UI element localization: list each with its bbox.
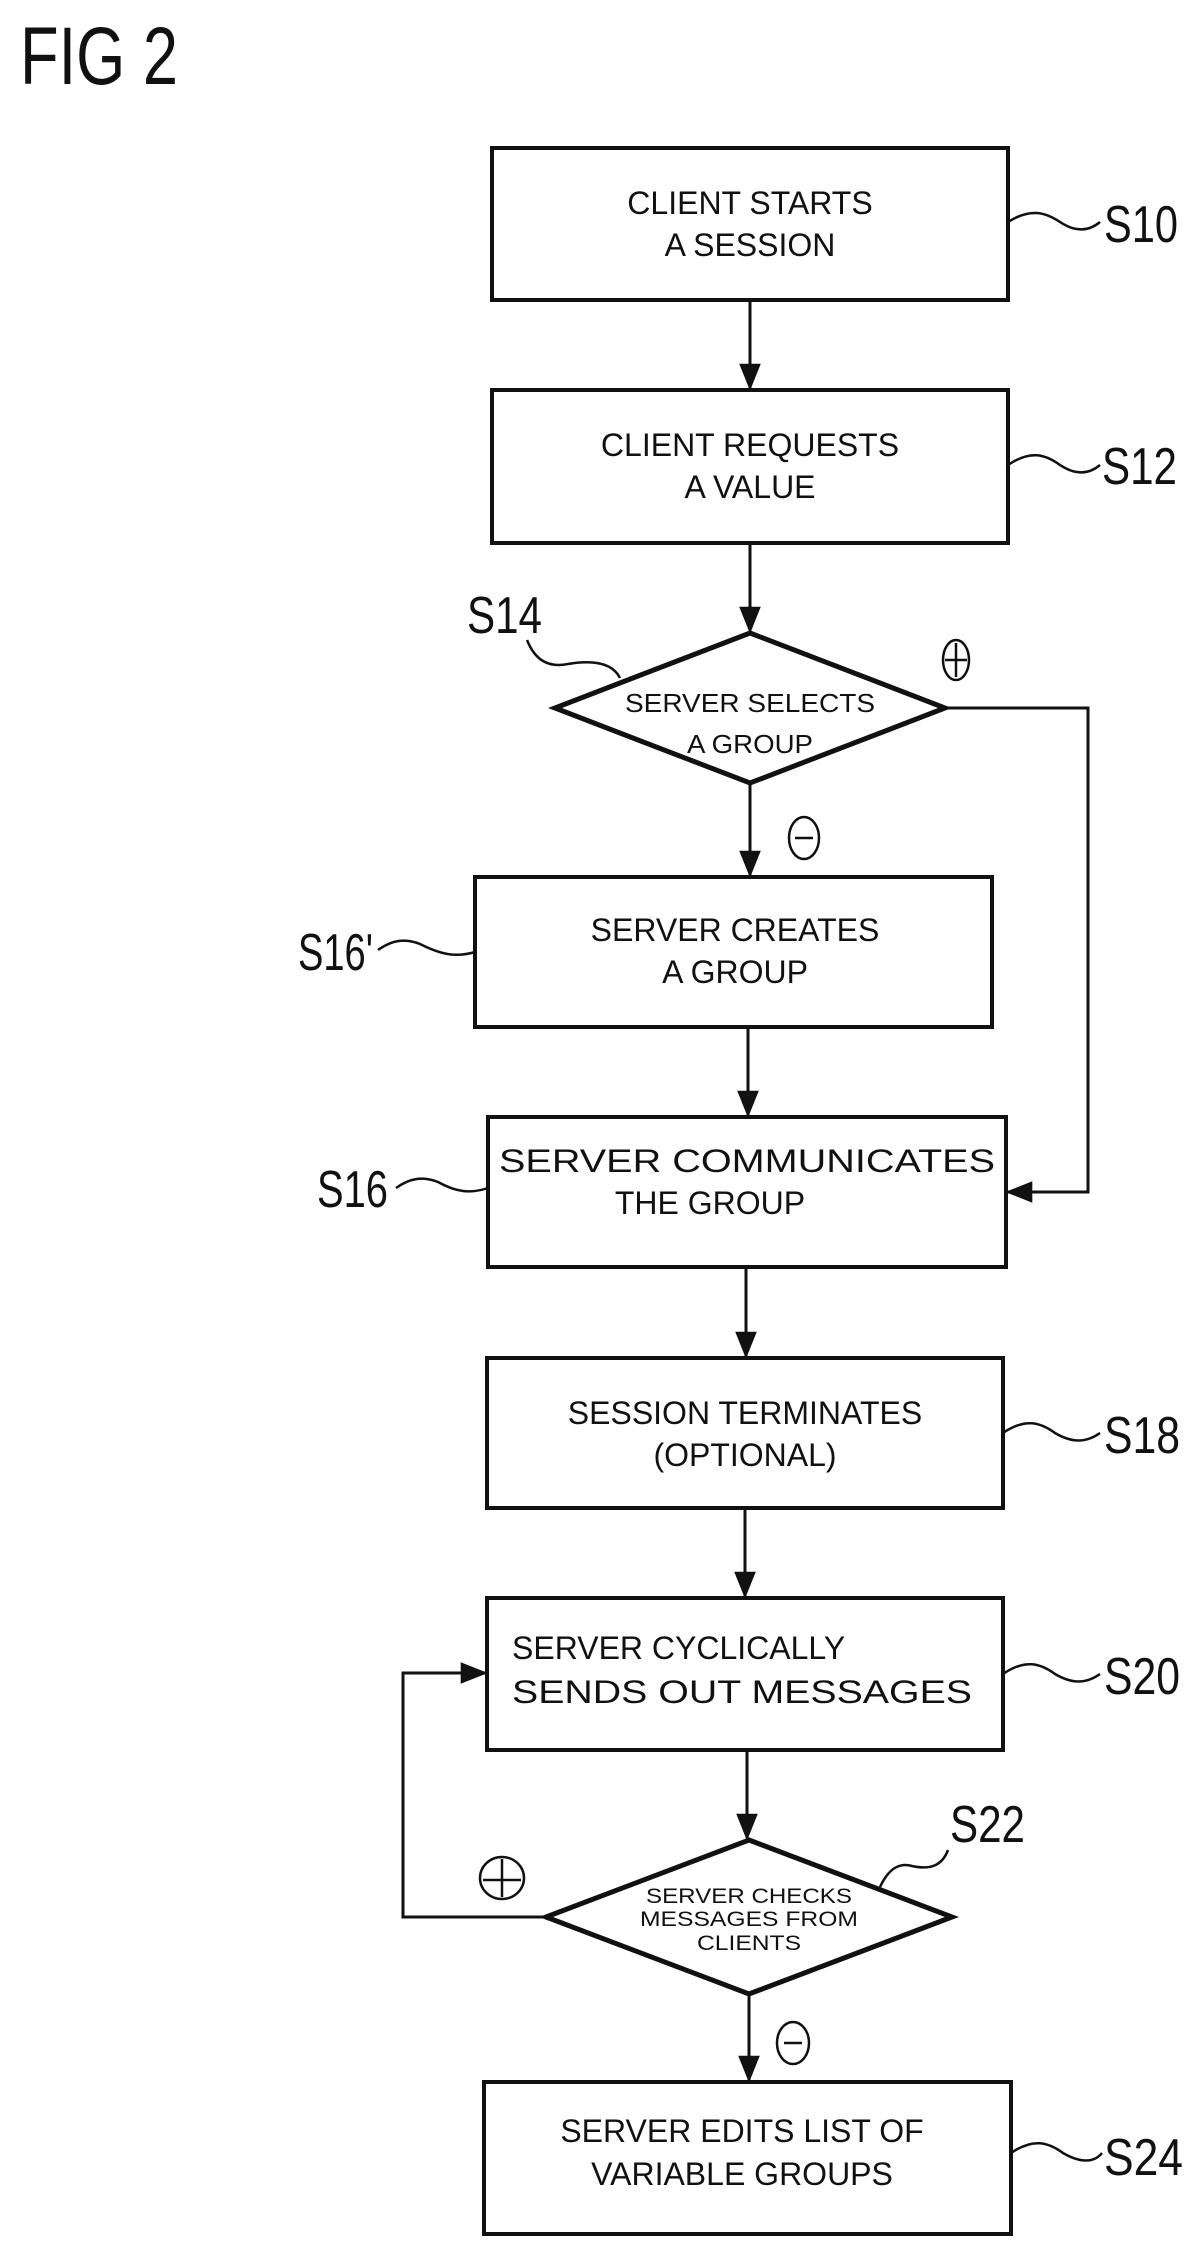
- ref-label-s12: S12: [1102, 438, 1177, 496]
- flowchart: FIG 2 CLIENT STARTS A SESSION S10 CLIENT…: [20, 11, 1183, 2236]
- ref-label-s20: S20: [1104, 1648, 1180, 1706]
- leader-s12: [1007, 454, 1101, 474]
- leader-s14: [525, 639, 622, 679]
- step-s12: CLIENT REQUESTS A VALUE S12: [490, 388, 1177, 545]
- minus-sign-icon: [787, 815, 821, 861]
- step-s16: SERVER COMMUNICATES THE GROUP S16: [317, 1115, 1008, 1269]
- step-s16p-line-2: A GROUP: [662, 954, 808, 990]
- step-s22-line-1: SERVER CHECKS: [646, 1885, 852, 1908]
- step-s10: CLIENT STARTS A SESSION S10: [490, 146, 1178, 302]
- step-s16-line-2: THE GROUP: [615, 1185, 805, 1221]
- plus-sign-icon: [478, 1855, 526, 1901]
- leader-s18: [1002, 1422, 1101, 1442]
- step-s20-line-2: SENDS OUT MESSAGES: [512, 1674, 972, 1710]
- ref-label-s14: S14: [467, 587, 542, 645]
- process-box-s12: [490, 388, 1010, 545]
- step-s14-line-2: A GROUP: [687, 729, 813, 759]
- step-s24-line-2: VARIABLE GROUPS: [591, 2156, 893, 2192]
- step-s18-line-1: SESSION TERMINATES: [568, 1395, 922, 1431]
- step-s24-line-1: SERVER EDITS LIST OF: [560, 2113, 923, 2149]
- minus-sign-icon: [775, 2020, 811, 2066]
- plus-sign-icon: [941, 638, 971, 682]
- step-s18-line-2: (OPTIONAL): [653, 1437, 836, 1473]
- step-s24: SERVER EDITS LIST OF VARIABLE GROUPS S24: [482, 2080, 1183, 2236]
- leader-s16-prime: [377, 939, 476, 956]
- ref-label-s16: S16: [317, 1161, 388, 1219]
- step-s10-line-2: A SESSION: [665, 227, 836, 263]
- step-s16p-line-1: SERVER CREATES: [591, 912, 880, 948]
- ref-label-s22: S22: [950, 1796, 1025, 1854]
- process-box-s10: [490, 146, 1010, 302]
- step-s10-line-1: CLIENT STARTS: [627, 185, 872, 221]
- step-s20: SERVER CYCLICALLY SENDS OUT MESSAGES S20: [485, 1596, 1180, 1752]
- step-s16-line-1: SERVER COMMUNICATES: [499, 1143, 995, 1179]
- step-s12-line-1: CLIENT REQUESTS: [601, 427, 899, 463]
- leader-s24: [1010, 2142, 1103, 2162]
- step-s22: SERVER CHECKS MESSAGES FROM CLIENTS S22: [478, 1796, 1025, 2066]
- ref-label-s24: S24: [1104, 2129, 1183, 2187]
- figure-title: FIG 2: [20, 11, 178, 102]
- step-s14: SERVER SELECTS A GROUP S14: [467, 587, 971, 861]
- process-box-s16-prime: [473, 875, 994, 1029]
- leader-s22: [878, 1849, 950, 1888]
- step-s22-line-2: MESSAGES FROM: [640, 1908, 858, 1931]
- ref-label-s10: S10: [1104, 196, 1178, 254]
- step-s18: SESSION TERMINATES (OPTIONAL) S18: [485, 1356, 1180, 1510]
- leader-s10: [1007, 211, 1101, 231]
- step-s16-prime: SERVER CREATES A GROUP S16': [298, 875, 994, 1029]
- step-s14-line-1: SERVER SELECTS: [625, 688, 875, 718]
- leader-s16: [395, 1177, 489, 1193]
- process-box-s18: [485, 1356, 1005, 1510]
- step-s22-line-3: CLIENTS: [697, 1932, 801, 1955]
- step-s12-line-2: A VALUE: [684, 469, 815, 505]
- ref-label-s18: S18: [1104, 1407, 1180, 1465]
- step-s20-line-1: SERVER CYCLICALLY: [512, 1630, 845, 1666]
- ref-label-s16-prime: S16': [298, 924, 373, 982]
- leader-s20: [1002, 1663, 1101, 1683]
